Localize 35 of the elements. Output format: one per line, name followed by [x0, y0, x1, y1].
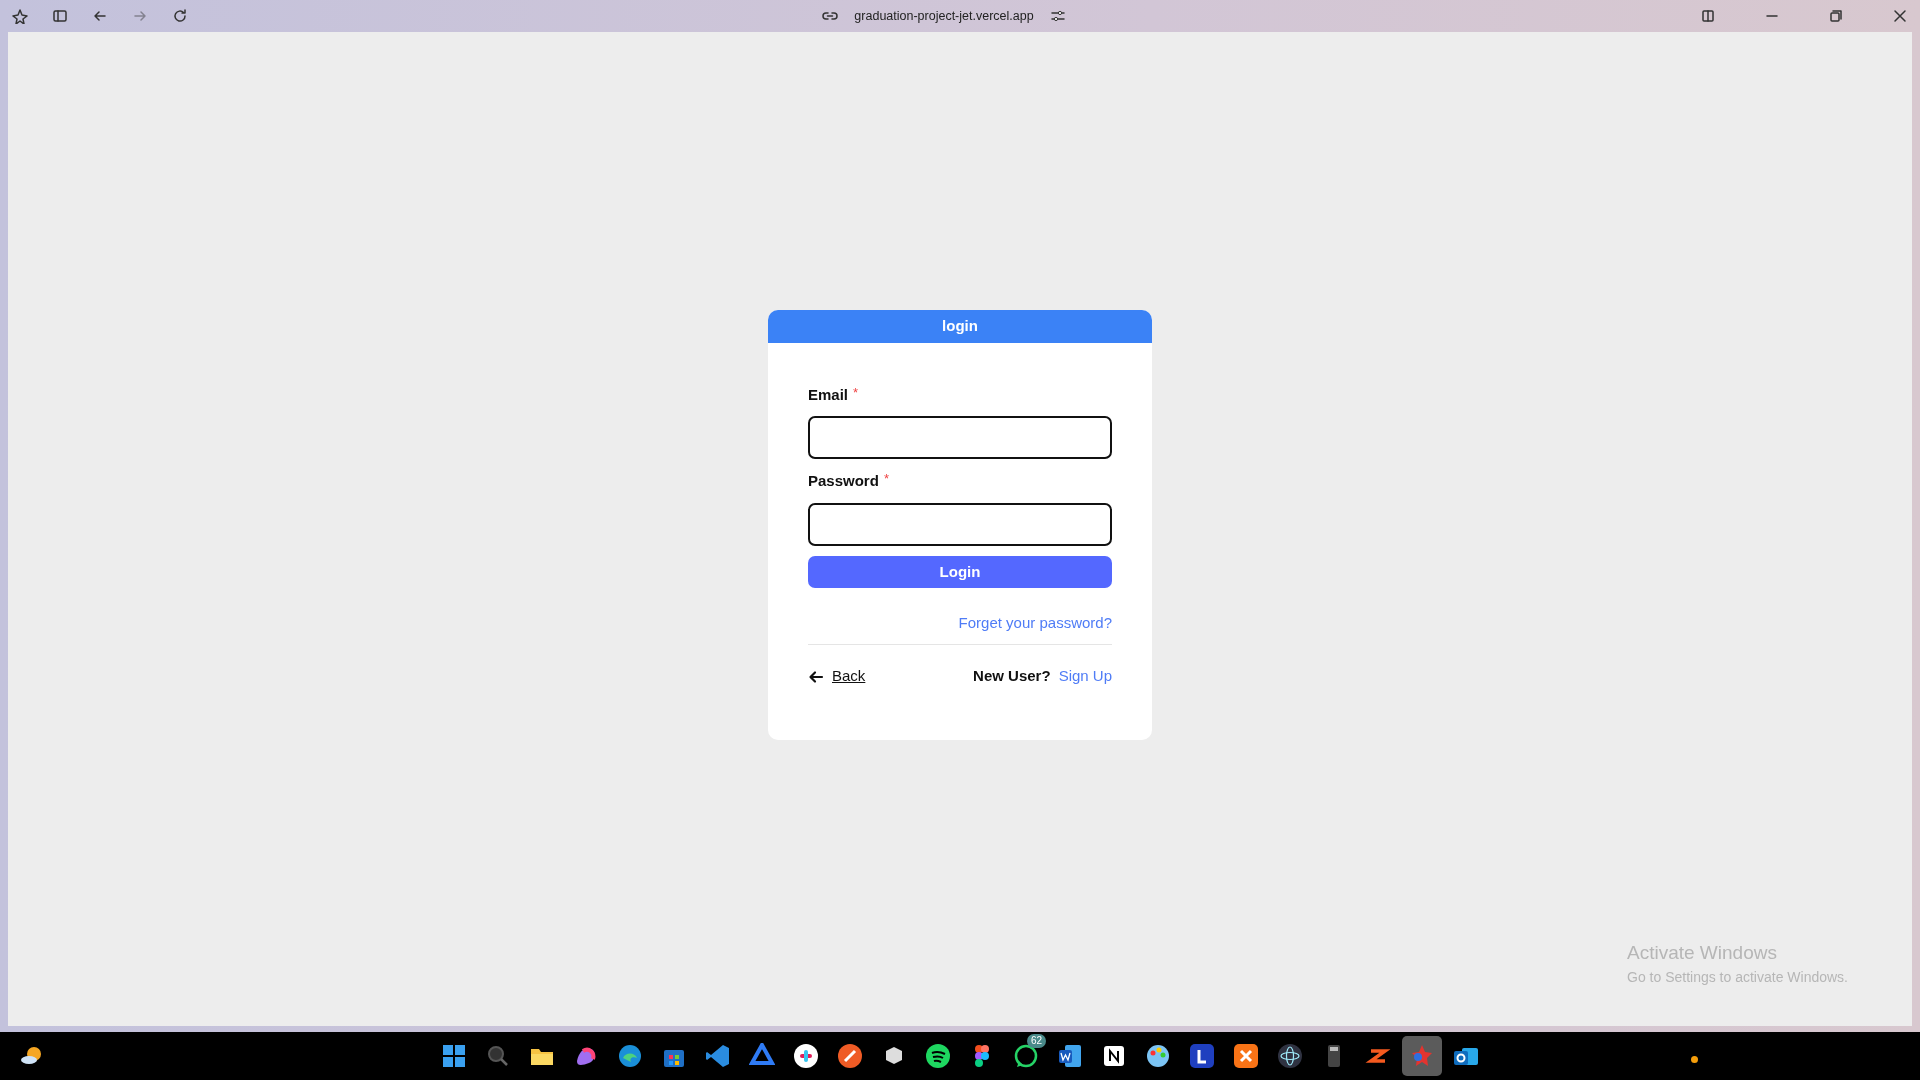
code-editor-icon	[705, 1043, 731, 1069]
browser-wave-icon	[617, 1043, 643, 1069]
sidebar-toggle-icon[interactable]	[52, 8, 68, 24]
status-dot	[1691, 1056, 1698, 1063]
field-label: Password	[808, 471, 879, 492]
settings-sliders-icon[interactable]	[1049, 8, 1066, 24]
notebook-n-icon	[1101, 1043, 1127, 1069]
required-mark: *	[853, 384, 859, 400]
chat-bubble-icon	[1013, 1043, 1039, 1069]
back-icon[interactable]	[92, 8, 108, 24]
forgot-password-link[interactable]: Forget your password?	[958, 611, 1112, 635]
taskbar-app-button[interactable]: 62	[1006, 1036, 1046, 1076]
notification-badge: 62	[1026, 1034, 1046, 1048]
required-mark: *	[883, 471, 889, 487]
paint-palette-icon	[1145, 1043, 1171, 1069]
login-button[interactable]: Login	[808, 555, 1112, 588]
address-bar[interactable]: graduation-project-jet.vercel.app	[854, 6, 1034, 26]
restore-icon[interactable]	[1828, 8, 1844, 24]
close-icon[interactable]	[1892, 8, 1908, 24]
sign-up-link[interactable]: Sign Up	[1058, 665, 1112, 688]
split-view-icon[interactable]	[1700, 8, 1716, 24]
cross-tile-icon	[1233, 1043, 1259, 1069]
atom-icon	[1277, 1043, 1303, 1069]
music-circle-icon	[925, 1043, 951, 1069]
app-logo-icon[interactable]	[12, 8, 28, 24]
windows-logo-icon	[441, 1043, 467, 1069]
input-field[interactable]	[808, 416, 1112, 460]
document-w-icon	[1057, 1043, 1083, 1069]
back-link[interactable]: Back	[832, 665, 866, 688]
reload-icon[interactable]	[172, 8, 188, 24]
field-label: Email	[808, 384, 849, 405]
input-field[interactable]	[808, 502, 1112, 546]
letter-tile-icon	[1189, 1043, 1215, 1069]
new-user-prompt: New User?	[973, 666, 1051, 687]
card-header: login	[768, 310, 1152, 343]
